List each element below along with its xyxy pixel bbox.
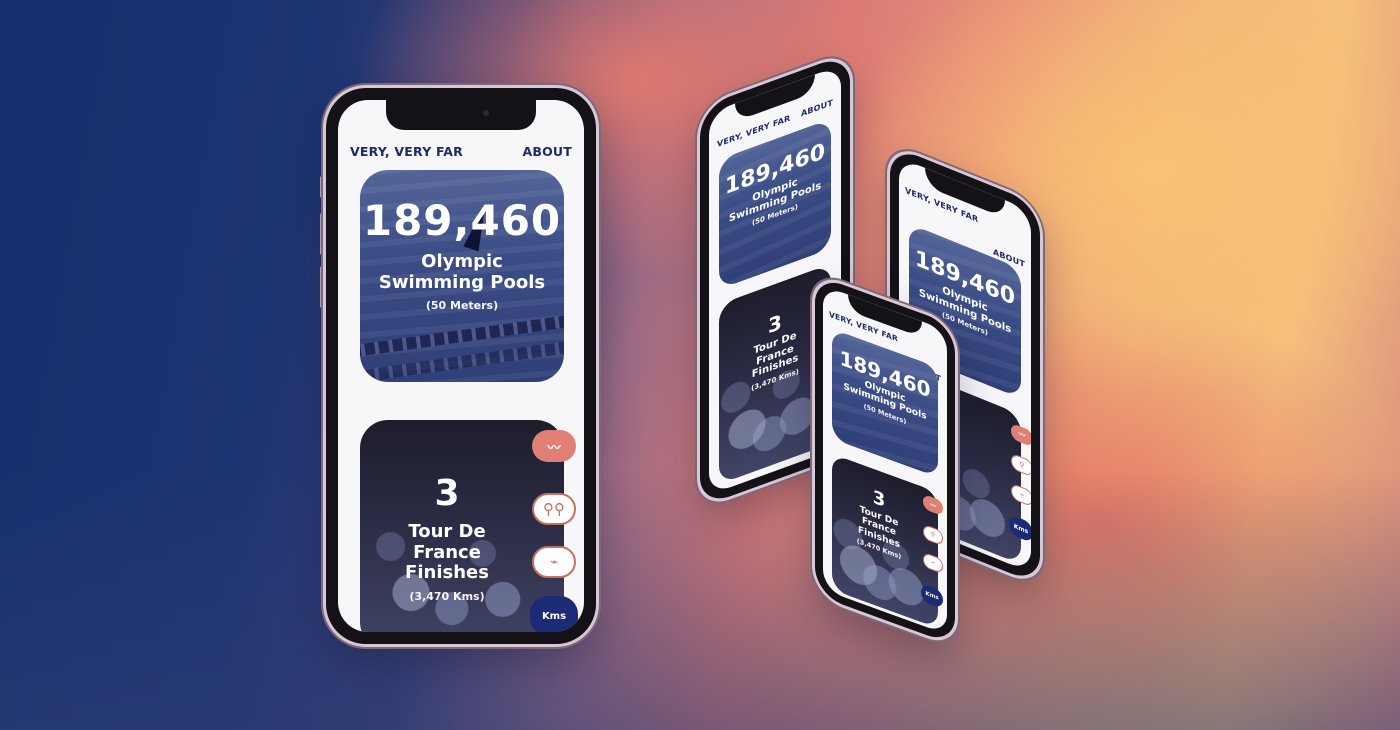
phone-iso-front: VERY, VERY FAR ABOUT 189,460 Olympic Swi… [815, 274, 955, 646]
bicycle-icon: ⚲ [930, 530, 936, 540]
bicycle-icon: ⚲⚲ [543, 500, 565, 518]
pool-card: 189,460 Olympic Swimming Pools (50 Meter… [360, 170, 564, 382]
brand-link[interactable]: VERY, VERY FAR [350, 144, 463, 159]
tour-label-line2: France [413, 541, 481, 563]
phone-screen: VERY, VERY FAR ABOUT 189,460 Olympic Swi… [823, 285, 947, 635]
tour-label-line1: Tour De [408, 521, 486, 542]
phone-main: VERY, VERY FAR ABOUT 189,460 Olympic Swi… [320, 88, 596, 644]
swimmer-icon: 〰 [547, 440, 561, 456]
kms-toggle-button[interactable]: Kms [530, 596, 578, 632]
tour-label-line3: Finishes [405, 562, 489, 584]
background-shade [0, 470, 1400, 730]
running-shoe-icon: ⌁ [550, 554, 558, 570]
running-shoe-icon: ⌁ [1019, 490, 1025, 500]
bike-unit-button[interactable]: ⚲⚲ [532, 493, 576, 525]
phone-mute-switch [320, 176, 324, 198]
bicycle-icon: ⚲ [1019, 459, 1025, 471]
swimmer-icon: 〰 [1018, 429, 1026, 441]
about-link[interactable]: ABOUT [801, 98, 833, 119]
phone-screen: VERY, VERY FAR ABOUT 189,460 Olympic Swi… [338, 100, 584, 632]
kms-toggle-label: Kms [541, 610, 567, 622]
pool-sub: (50 Meters) [425, 299, 499, 313]
kms-toggle-label: Kms [925, 590, 939, 602]
tour-value: 3 [434, 473, 460, 514]
pool-card: 189,460 Olympic Swimming Pools (50 Meter… [719, 118, 831, 290]
pool-value: 189,460 [362, 196, 562, 245]
run-unit-button[interactable]: ⌁ [532, 546, 576, 578]
pool-label-line2: Swimming Pools [378, 271, 546, 293]
phone-volume-down [320, 266, 324, 308]
phone-notch [386, 100, 536, 130]
swimmer-icon: 〰 [929, 501, 936, 511]
about-link[interactable]: ABOUT [522, 144, 572, 159]
kms-toggle-label: Kms [1013, 522, 1029, 536]
pool-label-line1: Olympic [421, 251, 503, 272]
tour-sub: (3,470 Kms) [409, 590, 485, 604]
swim-unit-button[interactable]: 〰 [532, 430, 576, 462]
running-shoe-icon: ⌁ [931, 558, 935, 568]
phone-volume-up [320, 213, 324, 255]
top-nav: VERY, VERY FAR ABOUT [350, 144, 572, 159]
